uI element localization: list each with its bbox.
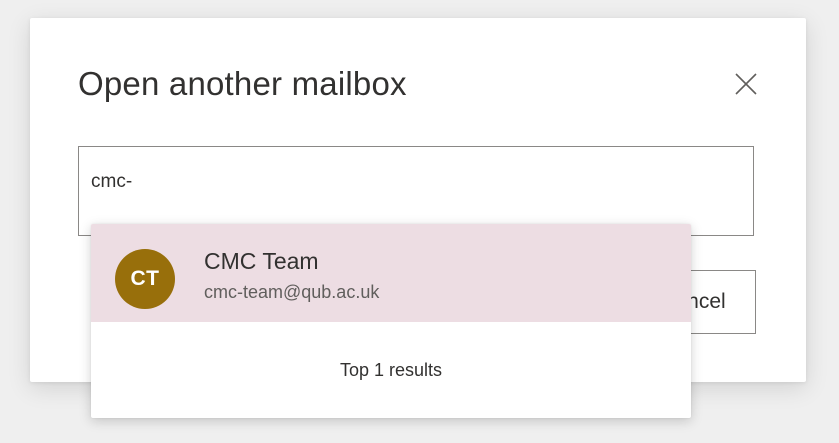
results-count: Top 1 results	[339, 360, 443, 380]
close-icon	[735, 73, 757, 95]
suggestion-email: cmc-team@qub.ac.uk	[204, 282, 380, 302]
suggestion-name: CMC Team	[204, 248, 319, 274]
suggestion-item[interactable]: CT CMC Team cmc-team@qub.ac.uk	[91, 224, 691, 322]
close-button[interactable]	[728, 66, 764, 102]
suggestions-dropdown: CT CMC Team cmc-team@qub.ac.uk Top 1 res…	[91, 224, 691, 418]
avatar: CT	[115, 249, 175, 309]
dialog-title: Open another mailbox	[78, 65, 407, 102]
mailbox-search-input[interactable]	[91, 171, 731, 193]
mailbox-search-field[interactable]	[78, 146, 754, 236]
